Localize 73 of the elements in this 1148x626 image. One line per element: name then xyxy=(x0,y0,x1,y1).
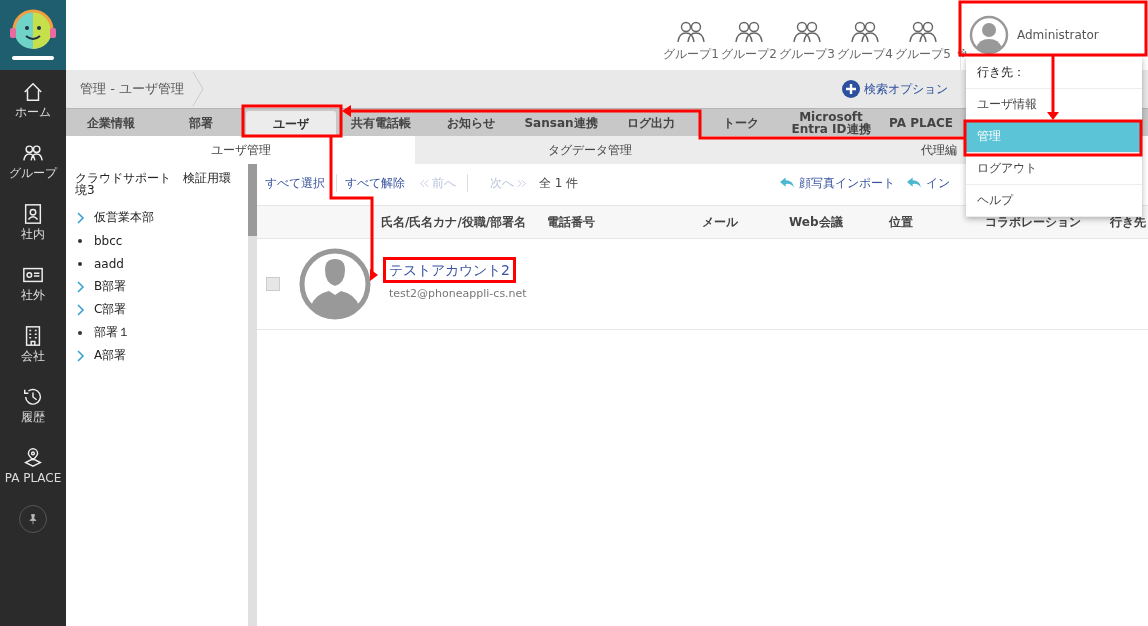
column-header[interactable]: 氏名/氏名カナ/役職/部署名 xyxy=(381,213,547,231)
clear-all-link[interactable]: すべて解除 xyxy=(345,174,405,192)
tab[interactable]: ログ出力 xyxy=(606,109,696,136)
select-all-link[interactable]: すべて選択 xyxy=(265,174,325,192)
avatar-icon xyxy=(299,248,371,320)
nav-item[interactable]: PA PLACE xyxy=(0,436,66,497)
nav-item[interactable]: 履歴 xyxy=(0,375,66,436)
group-shortcut[interactable]: グループ2 xyxy=(720,21,778,63)
tab[interactable]: PA PLACE xyxy=(876,109,966,136)
group-shortcut[interactable]: グループ4 xyxy=(836,21,894,63)
menu-heading: 行き先： xyxy=(966,57,1142,89)
people-icon xyxy=(675,21,707,43)
group-shortcut[interactable]: グループ5 xyxy=(894,21,952,63)
tree-item[interactable]: B部署 xyxy=(94,278,127,295)
column-header[interactable]: Web会議 xyxy=(789,213,889,231)
import-link[interactable]: イン xyxy=(907,174,950,192)
nav-item[interactable]: 会社 xyxy=(0,314,66,375)
tab[interactable]: お知らせ xyxy=(426,109,516,136)
reply-arrow-icon xyxy=(907,177,922,189)
pin-icon xyxy=(27,513,39,525)
chevron-icon[interactable] xyxy=(77,211,85,224)
tab[interactable]: 企業情報 xyxy=(66,109,156,136)
tab[interactable]: Microsoft Entra ID連携 xyxy=(786,109,876,136)
people-icon xyxy=(733,21,765,43)
tab[interactable]: ユーザ xyxy=(246,111,336,136)
email-text: test2@phoneappli-cs.net xyxy=(389,287,527,301)
tree-item[interactable]: A部署 xyxy=(94,347,127,364)
chevron-icon xyxy=(191,71,204,107)
double-chevron-icon xyxy=(517,178,527,188)
search-options-link[interactable]: 検索オプション xyxy=(842,80,948,98)
tree-item[interactable]: aadd xyxy=(94,256,124,271)
avatar-icon[interactable] xyxy=(969,15,1009,55)
tab[interactable]: Sansan連携 xyxy=(516,109,606,136)
tab[interactable]: タグデータ管理 xyxy=(415,136,764,164)
nav-item[interactable]: グループ xyxy=(0,131,66,192)
scrollbar[interactable] xyxy=(248,164,257,626)
plus-icon xyxy=(842,80,860,98)
people-icon xyxy=(849,21,881,43)
tree-item[interactable]: bbcc xyxy=(94,233,123,248)
nav-item[interactable]: 社外 xyxy=(0,253,66,314)
people-icon xyxy=(907,21,939,43)
checkbox[interactable] xyxy=(266,277,280,291)
user-name-link[interactable]: テストアカウント2 xyxy=(386,259,513,281)
result-count: 全 1 件 xyxy=(539,174,579,192)
tree-item[interactable]: 部署１ xyxy=(94,324,130,341)
chevron-icon[interactable] xyxy=(77,280,85,293)
column-header[interactable]: 電話番号 xyxy=(547,213,702,231)
breadcrumb: 管理 - ユーザ管理 xyxy=(80,80,184,98)
chevron-icon[interactable] xyxy=(77,349,85,362)
column-header[interactable]: メール xyxy=(702,213,789,231)
menu-item[interactable]: ログアウト xyxy=(966,153,1142,185)
tree-item[interactable]: C部署 xyxy=(94,301,127,318)
map-pin-icon xyxy=(22,447,44,470)
id-card-icon xyxy=(22,203,44,226)
group-shortcut[interactable]: グループ3 xyxy=(778,21,836,63)
reply-arrow-icon xyxy=(780,177,795,189)
tab[interactable]: 共有電話帳 xyxy=(336,109,426,136)
nav-item[interactable]: ホーム xyxy=(0,70,66,131)
home-icon xyxy=(22,81,44,104)
photo-import-link[interactable]: 顔写真インポート xyxy=(780,174,895,192)
people-icon xyxy=(791,21,823,43)
nav-item[interactable]: 社内 xyxy=(0,192,66,253)
tab[interactable]: トーク xyxy=(696,109,786,136)
scroll-thumb[interactable] xyxy=(248,164,257,236)
menu-item[interactable]: ヘルプ xyxy=(966,185,1142,217)
tab[interactable]: 部署 xyxy=(156,109,246,136)
chevron-icon[interactable] xyxy=(77,303,85,316)
annotation-arrow xyxy=(1047,56,1059,120)
tree-title: クラウドサポート 検証用環境3 xyxy=(75,172,232,196)
user-name[interactable]: Administrator xyxy=(1017,28,1099,42)
tree-item[interactable]: 仮営業本部 xyxy=(94,209,154,226)
double-chevron-icon xyxy=(419,178,429,188)
group-shortcut[interactable]: グループ1 xyxy=(662,21,720,63)
